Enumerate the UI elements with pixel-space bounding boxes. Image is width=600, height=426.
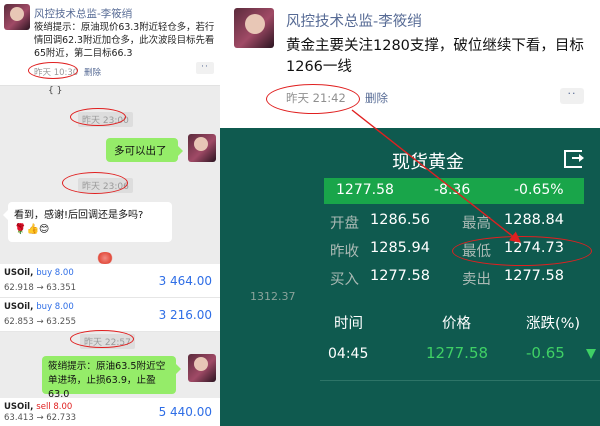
author-name[interactable]: 风控技术总监-李筱绡 — [34, 6, 132, 21]
left-chat-column: 风控技术总监-李筱绡 筱绡提示：原油现价63.3附近轻仓多，若行情回调62.3附… — [0, 0, 220, 426]
bid-label: 买入 — [330, 272, 359, 288]
tick-price: 1277.58 — [426, 344, 489, 362]
timestamp-highlight-oval — [70, 330, 134, 348]
timestamp-highlight-oval — [62, 172, 128, 194]
trade-row[interactable]: USOil, buy 8.00 62.853 → 63.255 3 216.00 — [0, 298, 220, 332]
received-message-text: 看到，感谢!后回调还是多吗? — [14, 210, 144, 221]
tick-change: -0.65 — [526, 344, 565, 362]
bracket-text: { } — [48, 86, 63, 96]
gold-quote-panel: 现货黄金 1277.58 -8.36 -0.65% 开盘 1286.56 最高 … — [220, 128, 600, 426]
column-header-price: 价格 — [442, 316, 471, 332]
price-change: -8.36 — [434, 182, 471, 198]
column-header-time: 时间 — [334, 316, 363, 332]
trade-profit: 3 464.00 — [158, 274, 212, 288]
right-column: 风控技术总监-李筱绡 黄金主要关注1280支撑，破位继续下看，目标1266一线 … — [220, 0, 600, 426]
sent-message-bubble: 多可以出了 — [106, 138, 183, 162]
screenshot-collage: 风控技术总监-李筱绡 筱绡提示：原油现价63.3附近轻仓多，若行情回调62.3附… — [0, 0, 600, 426]
current-price: 1277.58 — [336, 182, 394, 198]
price-change-pct: -0.65% — [514, 182, 564, 198]
trade-side: sell 8.00 — [36, 402, 73, 412]
trade-prices: 63.413 → 62.733 — [4, 413, 77, 423]
exit-icon[interactable] — [564, 150, 584, 168]
received-message-bubble: 看到，感谢!后回调还是多吗? 🌹👍😊 — [3, 202, 172, 242]
tick-time: 04:45 — [328, 346, 369, 362]
author-avatar[interactable] — [234, 8, 274, 48]
trade-profit: 3 216.00 — [158, 308, 212, 322]
prev-close-value: 1285.94 — [370, 240, 430, 256]
column-header-change: 涨跌(%) — [526, 316, 581, 332]
more-actions-button[interactable]: ·· — [560, 88, 584, 104]
more-actions-button[interactable]: ·· — [196, 62, 214, 74]
prev-close-label: 昨收 — [330, 244, 359, 260]
row-divider — [320, 380, 600, 381]
time-highlight-oval — [266, 84, 360, 114]
post-text: 黄金主要关注1280支撑，破位继续下看，目标1266一线 — [286, 38, 584, 75]
low-price-highlight-oval — [452, 236, 592, 266]
trade-symbol: USOil, sell 8.00 — [4, 402, 73, 412]
down-arrow-icon — [586, 349, 596, 359]
trade-symbol: USOil, buy 8.00 — [4, 268, 74, 278]
open-value: 1286.56 — [370, 212, 430, 228]
emoji-row: 🌹👍😊 — [14, 224, 50, 235]
sent-message-text: 多可以出了 — [114, 145, 167, 157]
trade-profit: 5 440.00 — [158, 405, 212, 419]
post-text: 筱绡提示：原油现价63.3附近轻仓多，若行情回调62.3附近加仓多，此次波段目标… — [34, 22, 215, 59]
signal-message-bubble: 筱绡提示：原油63.5附近空单进场，止损63.9，止盈63.0 — [42, 356, 181, 400]
self-avatar[interactable] — [188, 354, 216, 382]
trade-symbol: USOil, buy 8.00 — [4, 302, 74, 312]
author-avatar[interactable] — [4, 4, 30, 30]
rose-sticker — [96, 252, 114, 264]
delete-link[interactable]: 删除 — [84, 66, 101, 78]
signal-message-text: 筱绡提示：原油63.5附近空单进场，止损63.9，止盈63.0 — [48, 361, 166, 400]
bid-value: 1277.58 — [370, 268, 430, 284]
open-label: 开盘 — [330, 216, 359, 232]
timestamp-highlight-oval — [70, 108, 126, 126]
trade-row[interactable]: USOil, buy 8.00 62.918 → 63.351 3 464.00 — [0, 264, 220, 298]
self-avatar[interactable] — [188, 134, 216, 162]
trade-prices: 62.853 → 63.255 — [4, 317, 77, 327]
delete-link[interactable]: 删除 — [365, 90, 388, 106]
trade-side: buy 8.00 — [36, 268, 74, 278]
side-price-label: 1312.37 — [250, 290, 296, 303]
high-label: 最高 — [462, 216, 491, 232]
author-name[interactable]: 风控技术总监-李筱绡 — [286, 10, 422, 31]
trade-prices: 62.918 → 63.351 — [4, 283, 77, 293]
trade-side: buy 8.00 — [36, 302, 74, 312]
ask-value: 1277.58 — [504, 268, 564, 284]
trade-row[interactable]: USOil, sell 8.00 63.413 → 62.733 5 440.0… — [0, 398, 220, 426]
high-value: 1288.84 — [504, 212, 564, 228]
time-highlight-oval — [28, 62, 78, 79]
quote-title: 现货黄金 — [392, 152, 464, 173]
price-bar: 1277.58 -8.36 -0.65% — [324, 178, 584, 204]
ask-label: 卖出 — [462, 272, 491, 288]
